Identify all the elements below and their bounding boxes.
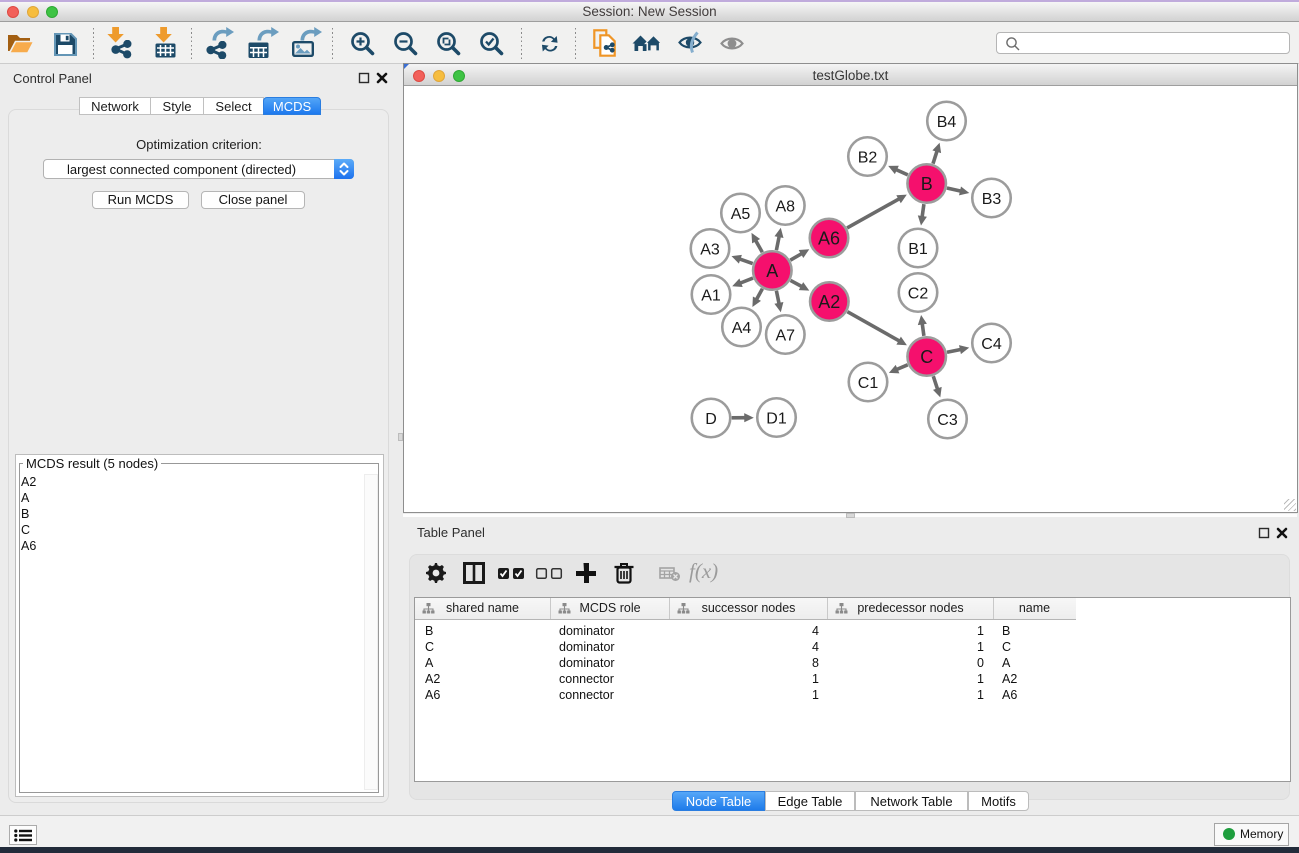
svg-text:B: B <box>921 174 933 194</box>
svg-text:A4: A4 <box>732 320 752 337</box>
svg-text:C2: C2 <box>908 285 929 302</box>
svg-text:A6: A6 <box>818 228 840 248</box>
svg-text:A7: A7 <box>776 327 796 344</box>
svg-text:B2: B2 <box>858 149 878 166</box>
svg-text:D: D <box>705 411 717 428</box>
svg-text:C3: C3 <box>937 412 958 429</box>
svg-text:A5: A5 <box>731 206 751 223</box>
svg-text:A3: A3 <box>700 241 720 258</box>
svg-text:A8: A8 <box>776 198 796 215</box>
svg-text:B3: B3 <box>982 191 1002 208</box>
svg-text:B1: B1 <box>908 241 928 258</box>
svg-text:C1: C1 <box>858 375 879 392</box>
svg-text:A1: A1 <box>701 287 721 304</box>
svg-text:C: C <box>920 347 933 367</box>
svg-text:C4: C4 <box>981 336 1002 353</box>
svg-text:A2: A2 <box>818 292 840 312</box>
svg-text:B4: B4 <box>937 114 957 131</box>
svg-text:A: A <box>766 261 778 281</box>
svg-text:D1: D1 <box>766 410 787 427</box>
